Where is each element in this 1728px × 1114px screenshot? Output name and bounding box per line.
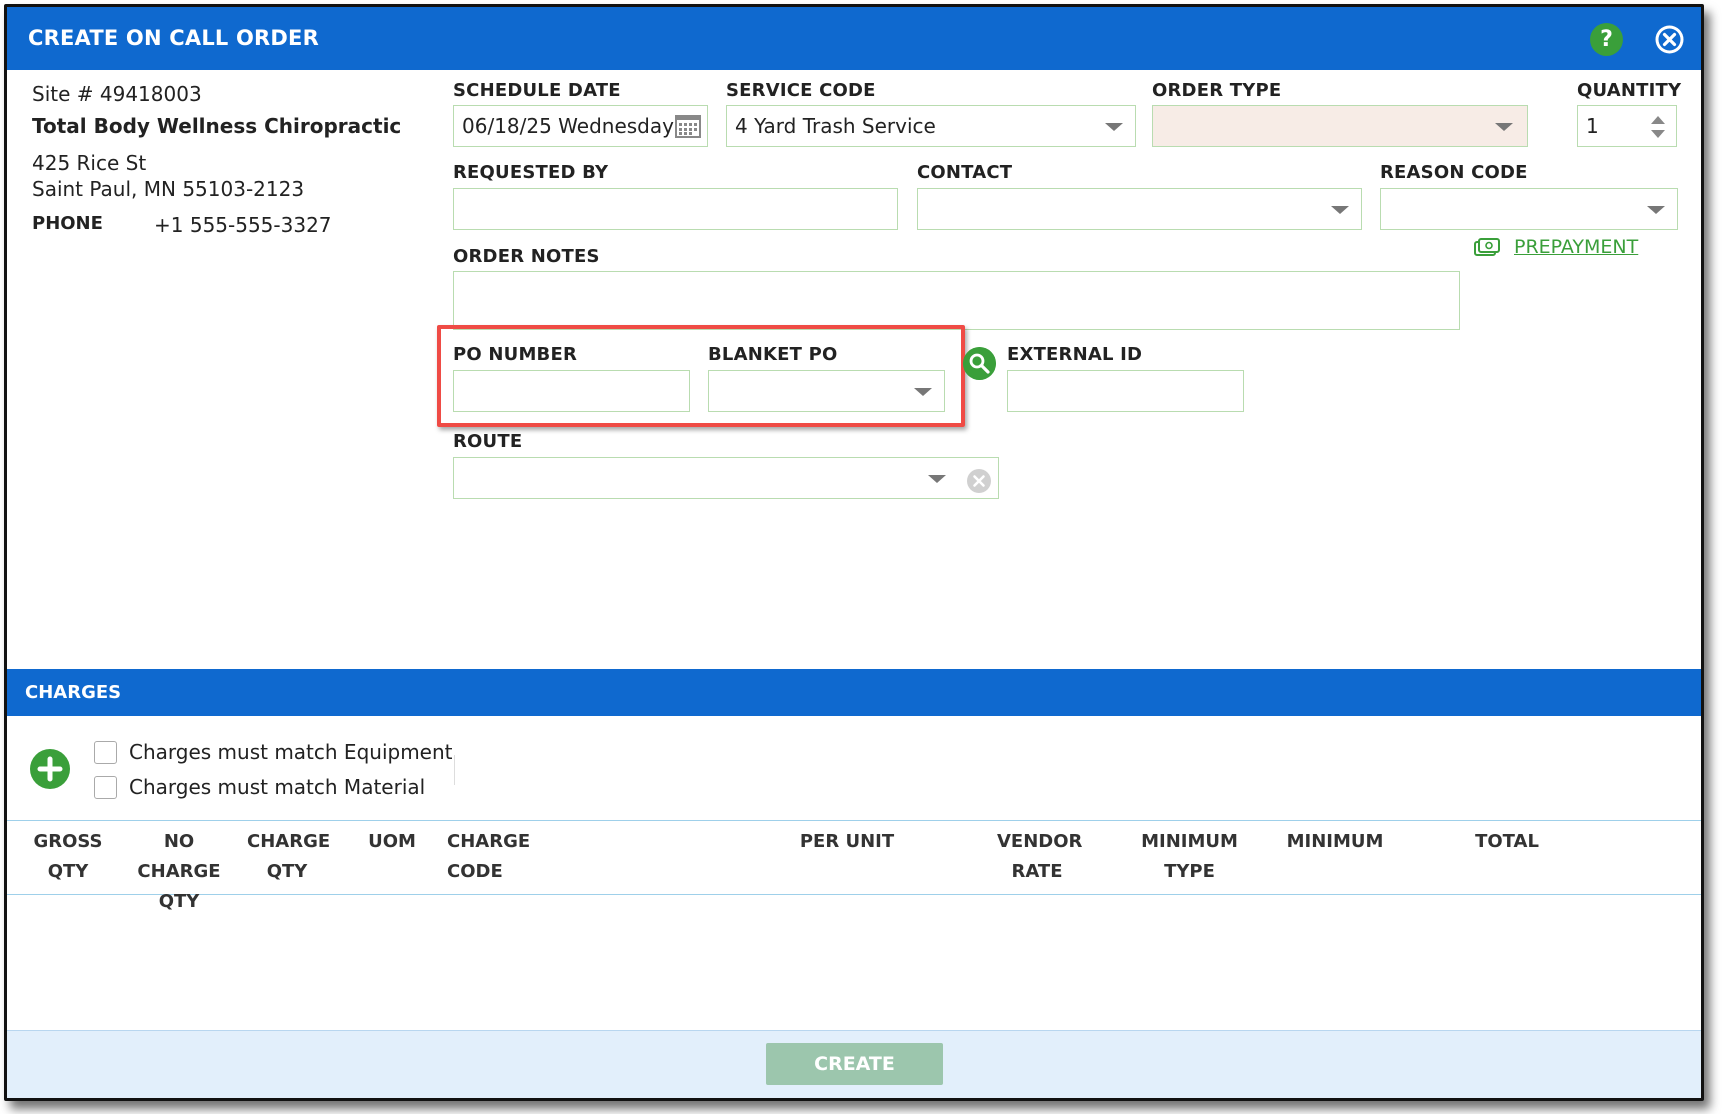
order-type-select[interactable] — [1152, 105, 1528, 147]
route-select[interactable] — [453, 457, 999, 499]
order-notes-label: ORDER NOTES — [453, 246, 600, 267]
match-material-label: Charges must match Material — [129, 775, 426, 799]
column-vendor-rate[interactable]: VENDOR RATE — [997, 827, 1082, 887]
clear-icon[interactable] — [966, 468, 992, 494]
column-charge-qty[interactable]: CHARGE QTY — [247, 827, 330, 887]
phone-label: PHONE — [32, 213, 103, 234]
dialog-title: CREATE ON CALL ORDER — [28, 26, 319, 50]
create-button[interactable]: CREATE — [766, 1043, 943, 1085]
phone-row: PHONE +1 555-555-3327 — [32, 213, 401, 237]
money-icon — [1474, 238, 1500, 256]
charges-header: CHARGES — [7, 669, 1701, 716]
order-notes-textarea[interactable] — [453, 271, 1460, 330]
service-code-select[interactable]: 4 Yard Trash Service — [726, 105, 1136, 147]
phone-value: +1 555-555-3327 — [154, 213, 332, 237]
schedule-date-label: SCHEDULE DATE — [453, 80, 621, 101]
site-number: Site # 49418003 — [32, 82, 202, 106]
match-material-checkbox[interactable] — [94, 775, 117, 799]
order-type-label: ORDER TYPE — [1152, 80, 1282, 101]
schedule-date-value: 06/18/25 Wednesday — [462, 114, 674, 138]
schedule-date-field[interactable]: 06/18/25 Wednesday — [453, 105, 708, 147]
dialog-titlebar: CREATE ON CALL ORDER ? — [7, 7, 1701, 70]
match-equipment-row: Charges must match Equipment — [94, 740, 453, 764]
reason-code-select[interactable] — [1380, 188, 1678, 230]
chevron-down-icon — [1647, 206, 1665, 214]
quantity-value: 1 — [1586, 114, 1599, 138]
match-equipment-label: Charges must match Equipment — [129, 740, 453, 764]
column-minimum-type[interactable]: MINIMUM TYPE — [1117, 827, 1262, 887]
quantity-label: QUANTITY — [1577, 80, 1682, 101]
external-id-label: EXTERNAL ID — [1007, 344, 1143, 365]
column-minimum[interactable]: MINIMUM — [1285, 827, 1385, 857]
highlight-annotation — [437, 325, 965, 427]
contact-select[interactable] — [917, 188, 1362, 230]
route-label: ROUTE — [453, 431, 523, 452]
site-address-line1: 425 Rice St — [32, 151, 147, 175]
quantity-stepper[interactable]: 1 — [1577, 105, 1677, 147]
service-code-value: 4 Yard Trash Service — [735, 114, 936, 138]
spinner-arrows-icon[interactable] — [1650, 113, 1666, 141]
column-charge-code[interactable]: CHARGE CODE — [447, 827, 587, 887]
calendar-icon[interactable] — [675, 114, 701, 138]
chevron-down-icon — [928, 475, 946, 483]
column-total[interactable]: TOTAL — [1467, 827, 1547, 857]
site-address-line2: Saint Paul, MN 55103-2123 — [32, 177, 305, 201]
column-per-unit[interactable]: PER UNIT — [797, 827, 897, 857]
search-icon[interactable] — [963, 347, 996, 380]
service-code-label: SERVICE CODE — [726, 80, 876, 101]
divider — [454, 755, 455, 785]
column-no-charge-qty[interactable]: NO CHARGE QTY — [123, 827, 235, 917]
chevron-down-icon — [1105, 123, 1123, 131]
reason-code-label: REASON CODE — [1380, 162, 1528, 183]
add-charge-icon[interactable] — [30, 749, 70, 789]
charges-table-header: GROSS QTY NO CHARGE QTY CHARGE QTY UOM CHAR… — [7, 820, 1701, 912]
chevron-down-icon — [1331, 206, 1349, 214]
column-gross-qty[interactable]: GROSS QTY — [33, 827, 103, 887]
dialog-footer: CREATE — [7, 1030, 1701, 1098]
column-uom[interactable]: UOM — [362, 827, 422, 857]
match-equipment-checkbox[interactable] — [94, 740, 117, 764]
chevron-down-icon — [1495, 123, 1513, 131]
prepayment-link[interactable]: PREPAYMENT — [1474, 236, 1638, 258]
prepayment-label[interactable]: PREPAYMENT — [1514, 236, 1638, 258]
match-material-row: Charges must match Material — [94, 775, 425, 799]
charges-title: CHARGES — [25, 682, 122, 703]
contact-label: CONTACT — [917, 162, 1013, 183]
requested-by-label: REQUESTED BY — [453, 162, 609, 183]
create-order-dialog: CREATE ON CALL ORDER ? Site # 49418003 T… — [4, 4, 1704, 1101]
site-info-panel: Site # 49418003 Total Body Wellness Chir… — [32, 82, 401, 237]
site-name: Total Body Wellness Chiropractic — [32, 114, 402, 138]
requested-by-input[interactable] — [453, 188, 898, 230]
help-button[interactable]: ? — [1590, 23, 1623, 56]
close-icon[interactable] — [1653, 23, 1686, 56]
external-id-input[interactable] — [1007, 370, 1244, 412]
